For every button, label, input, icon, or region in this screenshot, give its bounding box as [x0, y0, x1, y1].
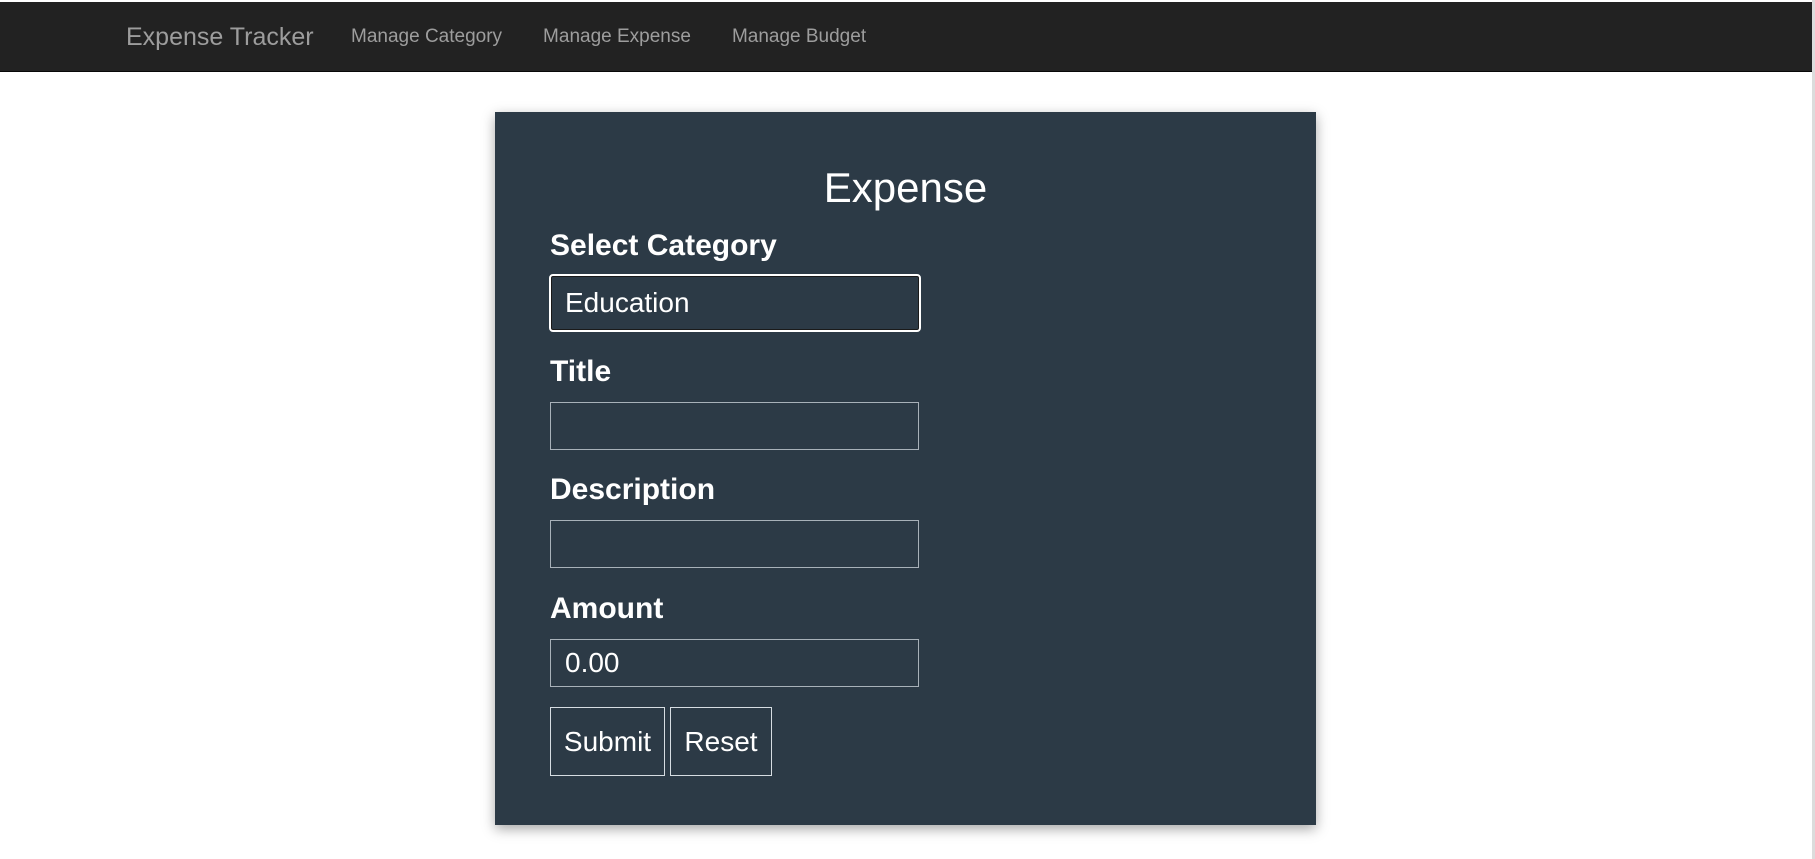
description-input[interactable]	[550, 520, 919, 568]
nav-item-manage-expense[interactable]: Manage Expense	[543, 2, 691, 72]
page: Expense Tracker Manage Category Manage E…	[0, 0, 1815, 859]
submit-button[interactable]: Submit	[550, 707, 665, 776]
top-navbar: Expense Tracker Manage Category Manage E…	[0, 2, 1813, 72]
description-label: Description	[550, 473, 716, 506]
category-select[interactable]: Education	[549, 274, 921, 332]
form-title: Expense	[823, 164, 988, 211]
title-input[interactable]	[550, 402, 919, 450]
brand-link[interactable]: Expense Tracker	[126, 2, 314, 72]
expense-form-card: Expense Select Category Education Title …	[495, 112, 1316, 825]
nav-item-manage-category[interactable]: Manage Category	[351, 2, 502, 72]
title-label: Title	[550, 355, 612, 388]
reset-button[interactable]: Reset	[670, 707, 772, 776]
nav-menu: Manage Category Manage Expense Manage Bu…	[351, 2, 866, 72]
nav-item-manage-budget[interactable]: Manage Budget	[732, 2, 866, 72]
amount-label: Amount	[550, 592, 664, 625]
select-category-label: Select Category	[550, 229, 777, 262]
amount-input[interactable]: 0.00	[550, 639, 919, 687]
